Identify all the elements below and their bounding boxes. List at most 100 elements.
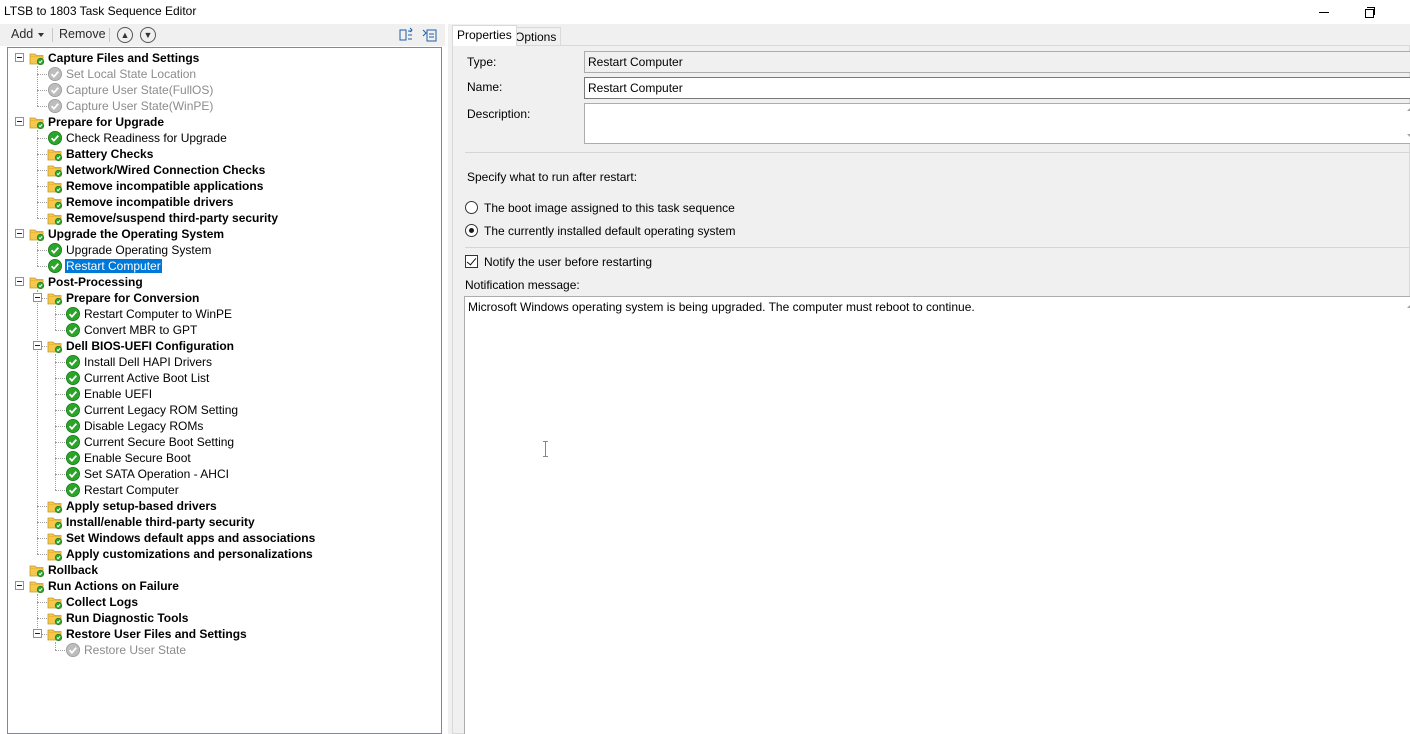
move-up-icon[interactable]: ▲ [117,27,133,43]
tab-options[interactable]: Options [510,27,562,45]
tree-step-item[interactable]: Convert MBR to GPT [8,322,438,338]
tree-item-label: Install/enable third-party security [66,515,255,529]
type-label: Type: [467,55,497,69]
window-title: LTSB to 1803 Task Sequence Editor [4,4,197,18]
tree-step-item[interactable]: Capture User State(WinPE) [8,98,438,114]
disabled-check-icon [47,66,63,82]
task-sequence-tree[interactable]: Capture Files and Settings Set Local Stat… [7,47,442,734]
collapse-all-icon[interactable] [422,27,438,43]
tree-item-label: Check Readiness for Upgrade [66,131,227,145]
tree-group-item[interactable]: Remove/suspend third-party security [8,210,438,226]
add-button[interactable]: Add [11,27,45,41]
folder-icon [47,594,63,610]
collapse-toggle-icon[interactable] [33,293,42,302]
tree-group-item[interactable]: Remove incompatible applications [8,178,438,194]
description-field[interactable] [584,103,1410,144]
tree-group-item[interactable]: Restore User Files and Settings [8,626,438,642]
tree-item-label: Run Diagnostic Tools [66,611,189,625]
tree-step-item[interactable]: Install Dell HAPI Drivers [8,354,438,370]
tree-item-label: Restart Computer [65,259,162,273]
tree-group-item[interactable]: Set Windows default apps and association… [8,530,438,546]
default-os-radio-label[interactable]: The currently installed default operatin… [484,224,735,238]
check-icon [65,306,81,322]
toolbar-separator [52,28,53,42]
tree-item-label: Remove incompatible drivers [66,195,234,209]
collapse-toggle-icon[interactable] [15,277,24,286]
tree-step-item[interactable]: Current Legacy ROM Setting [8,402,438,418]
tree-step-item[interactable]: Restart Computer to WinPE [8,306,438,322]
text-cursor-icon [543,441,548,457]
collapse-toggle-icon[interactable] [15,117,24,126]
tree-group-item[interactable]: Post-Processing [8,274,438,290]
tree-item-label: Remove incompatible applications [66,179,264,193]
tree-step-item[interactable]: Set SATA Operation - AHCI [8,466,438,482]
tree-step-item[interactable]: Enable UEFI [8,386,438,402]
check-icon [65,482,81,498]
minimize-button[interactable] [1301,0,1347,24]
tree-item-label: Remove/suspend third-party security [66,211,279,225]
tree-step-item[interactable]: Enable Secure Boot [8,450,438,466]
folder-icon [47,626,63,642]
folder-icon [47,530,63,546]
tree-group-item[interactable]: Remove incompatible drivers [8,194,438,210]
tree-item-label: Battery Checks [66,147,154,161]
folder-icon [47,498,63,514]
notify-user-checkbox[interactable] [465,255,478,268]
tree-group-item[interactable]: Install/enable third-party security [8,514,438,530]
boot-image-radio-label[interactable]: The boot image assigned to this task seq… [484,201,735,215]
tree-step-item[interactable]: Check Readiness for Upgrade [8,130,438,146]
collapse-toggle-icon[interactable] [33,629,42,638]
tree-group-item[interactable]: Collect Logs [8,594,438,610]
name-field[interactable]: Restart Computer [584,77,1410,99]
tree-group-item[interactable]: Apply setup-based drivers [8,498,438,514]
tree-group-item[interactable]: Network/Wired Connection Checks [8,162,438,178]
collapse-toggle-icon[interactable] [15,229,24,238]
tree-step-item[interactable]: Restart Computer [8,482,438,498]
folder-icon [47,610,63,626]
tree-step-item[interactable]: Capture User State(FullOS) [8,82,438,98]
tree-group-item[interactable]: Battery Checks [8,146,438,162]
check-icon [65,354,81,370]
tree-step-item[interactable]: Current Active Boot List [8,370,438,386]
tree-group-item[interactable]: Dell BIOS-UEFI Configuration [8,338,438,354]
check-icon [65,450,81,466]
tree-group-item[interactable]: Capture Files and Settings [8,50,438,66]
tree-group-item[interactable]: Prepare for Conversion [8,290,438,306]
tree-group-item[interactable]: Upgrade the Operating System [8,226,438,242]
tree-step-item[interactable]: Restart Computer [8,258,438,274]
toolbar-separator [109,28,110,42]
default-os-radio[interactable] [465,224,478,237]
expand-all-icon[interactable] [399,27,415,43]
folder-icon [47,546,63,562]
tree-step-item[interactable]: Restore User State [8,642,438,658]
tree-step-item[interactable]: Current Secure Boot Setting [8,434,438,450]
tree-item-label: Collect Logs [66,595,139,609]
move-down-icon[interactable]: ▼ [140,27,156,43]
remove-button[interactable]: Remove [59,27,106,41]
tree-item-label: Disable Legacy ROMs [84,419,204,433]
tree-item-label: Convert MBR to GPT [84,323,198,337]
tree-group-item[interactable]: Run Actions on Failure [8,578,438,594]
collapse-toggle-icon[interactable] [15,53,24,62]
tree-step-item[interactable]: Disable Legacy ROMs [8,418,438,434]
folder-icon [47,338,63,354]
tree-group-item[interactable]: Apply customizations and personalization… [8,546,438,562]
tree-group-item[interactable]: Run Diagnostic Tools [8,610,438,626]
boot-image-radio[interactable] [465,201,478,214]
tree-step-item[interactable]: Upgrade Operating System [8,242,438,258]
folder-icon [47,210,63,226]
notify-user-label[interactable]: Notify the user before restarting [484,255,652,269]
tree-item-label: Enable Secure Boot [84,451,191,465]
tree-item-label: Network/Wired Connection Checks [66,163,266,177]
collapse-toggle-icon[interactable] [15,581,24,590]
notification-message-field[interactable]: Microsoft Windows operating system is be… [464,296,1410,734]
disabled-check-icon [47,98,63,114]
description-label: Description: [467,107,531,121]
tab-properties[interactable]: Properties [452,25,517,46]
tree-item-label: Run Actions on Failure [48,579,179,593]
collapse-toggle-icon[interactable] [33,341,42,350]
restore-button[interactable] [1347,0,1393,24]
tree-group-item[interactable]: Prepare for Upgrade [8,114,438,130]
tree-step-item[interactable]: Set Local State Location [8,66,438,82]
tree-group-item[interactable]: Rollback [8,562,438,578]
